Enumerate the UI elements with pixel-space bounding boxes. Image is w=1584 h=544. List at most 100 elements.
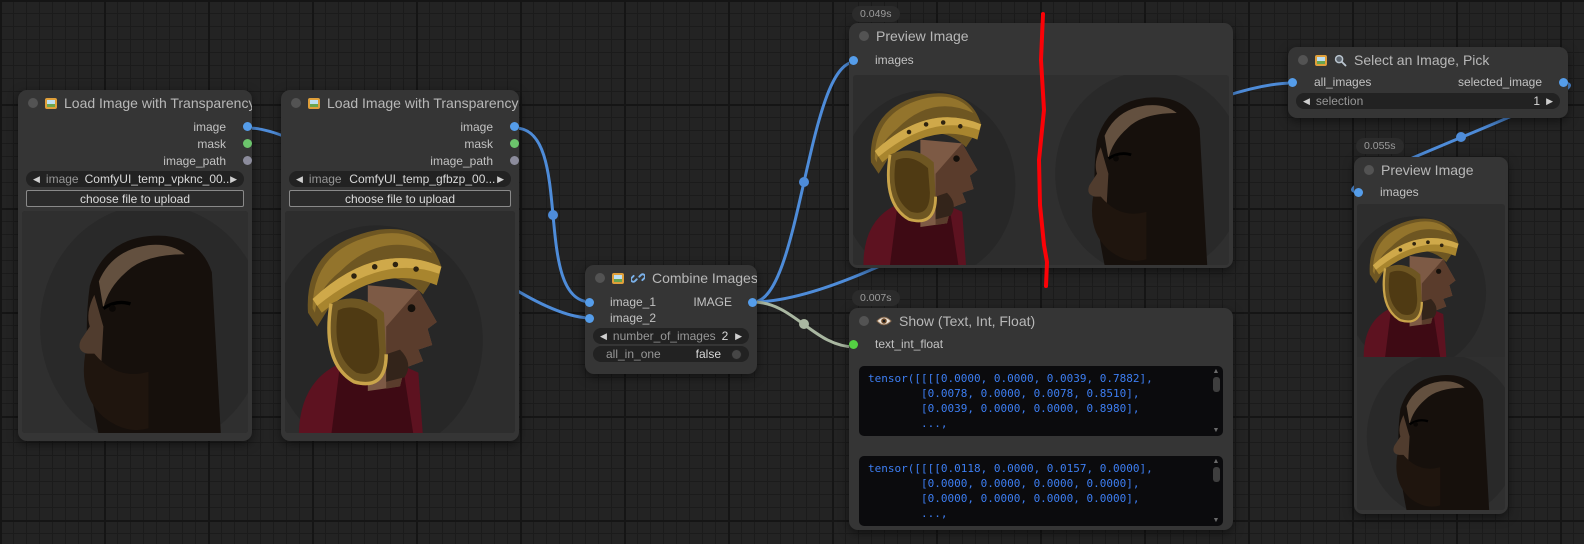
node-title: Preview Image — [876, 28, 969, 44]
collapse-dot[interactable] — [28, 98, 38, 108]
output-slot-image[interactable] — [748, 298, 757, 307]
widget-value: 1 — [1533, 94, 1540, 108]
node-show-text-int-float[interactable]: Show (Text, Int, Float) text_int_float t… — [849, 308, 1233, 530]
input-label-all-images: all_images — [1314, 75, 1371, 89]
collapse-dot[interactable] — [1364, 165, 1374, 175]
combo-right-arrow-icon[interactable]: ▶ — [230, 172, 237, 186]
combo-left-arrow-icon[interactable]: ◀ — [33, 172, 40, 186]
image-node-icon — [1315, 55, 1327, 66]
input-slot-image2[interactable] — [585, 314, 594, 323]
scrollbar-thumb[interactable] — [1213, 377, 1220, 392]
node-title: Show (Text, Int, Float) — [899, 313, 1035, 329]
node-title-bar[interactable]: Preview Image — [849, 23, 1233, 49]
loaded-image-thumbnail — [285, 211, 515, 433]
combo-left-arrow-icon[interactable]: ◀ — [296, 172, 303, 186]
scroll-down-icon[interactable]: ▼ — [1213, 516, 1220, 525]
scrollbar[interactable]: ▲ ▼ — [1210, 367, 1222, 435]
node-graph-canvas[interactable]: 0.049s 0.007s 0.055s Load Image with Tra… — [0, 0, 1584, 544]
wire-load2-image-to-combine-image1 — [515, 128, 591, 302]
output-slot-image-path[interactable] — [510, 156, 519, 165]
output-label-mask: mask — [464, 137, 493, 151]
input-label-images: images — [1380, 185, 1419, 199]
collapse-dot[interactable] — [1298, 55, 1308, 65]
node-load-image-with-transparency-2[interactable]: Load Image with Transparency image mask … — [281, 90, 519, 441]
node-title: Load Image with Transparency — [64, 95, 252, 111]
node-load-image-with-transparency-1[interactable]: Load Image with Transparency image mask … — [18, 90, 252, 441]
link-midpoint-dot — [548, 210, 558, 220]
scroll-up-icon[interactable]: ▲ — [1213, 367, 1220, 376]
node-select-an-image-pick[interactable]: Select an Image, Pick all_images selecte… — [1288, 47, 1568, 118]
output-slot-image-path[interactable] — [243, 156, 252, 165]
exec-time-badge-preview-top: 0.049s — [852, 6, 900, 22]
combo-left-arrow-icon[interactable]: ◀ — [1303, 94, 1310, 108]
image-combo-widget[interactable]: ◀ image ComfyUI_temp_gfbzp_00... ▶ — [289, 171, 511, 187]
tensor-output-textarea-1[interactable]: tensor([[[[0.0000, 0.0000, 0.0039, 0.788… — [859, 366, 1223, 436]
combo-right-arrow-icon[interactable]: ▶ — [497, 172, 504, 186]
all-in-one-toggle-widget[interactable]: all_in_one false — [593, 346, 749, 362]
preview-image-stack[interactable] — [1357, 204, 1505, 510]
exec-time-badge-show: 0.007s — [852, 290, 900, 306]
image-combo-widget[interactable]: ◀ image ComfyUI_temp_vpknc_00... ▶ — [26, 171, 244, 187]
combo-left-arrow-icon[interactable]: ◀ — [600, 329, 607, 343]
combo-right-arrow-icon[interactable]: ▶ — [735, 329, 742, 343]
node-title-bar[interactable]: Combine Images — [585, 265, 757, 291]
scrollbar[interactable]: ▲ ▼ — [1210, 457, 1222, 525]
selection-widget[interactable]: ◀ selection 1 ▶ — [1296, 93, 1560, 109]
image-node-icon — [612, 273, 624, 284]
input-label-images: images — [875, 53, 914, 67]
node-combine-images[interactable]: Combine Images image_1 IMAGE image_2 ◀ n… — [585, 265, 757, 374]
input-slot-text-int-float[interactable] — [849, 340, 858, 349]
image-node-icon — [308, 98, 320, 109]
input-label-image2: image_2 — [610, 311, 656, 325]
widget-value: ComfyUI_temp_gfbzp_00... — [348, 172, 497, 186]
scroll-down-icon[interactable]: ▼ — [1213, 426, 1220, 435]
node-title-bar[interactable]: Preview Image — [1354, 157, 1508, 183]
output-slot-mask[interactable] — [243, 139, 252, 148]
output-slot-image[interactable] — [510, 122, 519, 131]
node-title-bar[interactable]: Show (Text, Int, Float) — [849, 308, 1233, 334]
widget-value: ComfyUI_temp_vpknc_00... — [85, 172, 230, 186]
collapse-dot[interactable] — [291, 98, 301, 108]
combo-right-arrow-icon[interactable]: ▶ — [1546, 94, 1553, 108]
collapse-dot[interactable] — [859, 31, 869, 41]
node-title-bar[interactable]: Load Image with Transparency — [18, 90, 252, 116]
input-slot-image1[interactable] — [585, 298, 594, 307]
input-slot-all-images[interactable] — [1288, 78, 1297, 87]
output-label-image: image — [193, 120, 226, 134]
node-preview-image-right[interactable]: Preview Image images — [1354, 157, 1508, 514]
input-label-image1: image_1 — [610, 295, 656, 309]
node-title: Preview Image — [1381, 162, 1474, 178]
output-slot-selected-image[interactable] — [1559, 78, 1568, 87]
input-slot-images[interactable] — [849, 56, 858, 65]
choose-file-button[interactable]: choose file to upload — [26, 190, 244, 207]
widget-label: image — [46, 172, 79, 186]
node-preview-image-top[interactable]: Preview Image images — [849, 23, 1233, 268]
preview-image-combined[interactable] — [853, 75, 1229, 265]
node-title-bar[interactable]: Load Image with Transparency — [281, 90, 519, 116]
widget-label: all_in_one — [606, 347, 661, 361]
scroll-up-icon[interactable]: ▲ — [1213, 457, 1220, 466]
output-label-mask: mask — [197, 137, 226, 151]
input-slot-images[interactable] — [1354, 188, 1363, 197]
output-label-image: image — [460, 120, 493, 134]
tensor-text-2: tensor([[[[0.0118, 0.0000, 0.0157, 0.000… — [868, 461, 1207, 521]
link-midpoint-dot — [799, 177, 809, 187]
collapse-dot[interactable] — [595, 273, 605, 283]
widget-value: 2 — [722, 329, 729, 343]
scrollbar-thumb[interactable] — [1213, 467, 1220, 482]
output-slot-image[interactable] — [243, 122, 252, 131]
link-midpoint-dot — [799, 319, 809, 329]
node-title-bar[interactable]: Select an Image, Pick — [1288, 47, 1568, 73]
collapse-dot[interactable] — [859, 316, 869, 326]
number-of-images-widget[interactable]: ◀ number_of_images 2 ▶ — [593, 328, 749, 344]
chain-link-icon — [631, 271, 645, 285]
magnifier-icon — [1334, 54, 1347, 67]
tensor-output-textarea-2[interactable]: tensor([[[[0.0118, 0.0000, 0.0157, 0.000… — [859, 456, 1223, 526]
image-node-icon — [45, 98, 57, 109]
choose-file-button[interactable]: choose file to upload — [289, 190, 511, 207]
widget-label: selection — [1316, 94, 1363, 108]
toggle-knob[interactable] — [731, 349, 742, 360]
eye-icon — [876, 315, 892, 327]
link-midpoint-dot — [1456, 132, 1466, 142]
output-slot-mask[interactable] — [510, 139, 519, 148]
